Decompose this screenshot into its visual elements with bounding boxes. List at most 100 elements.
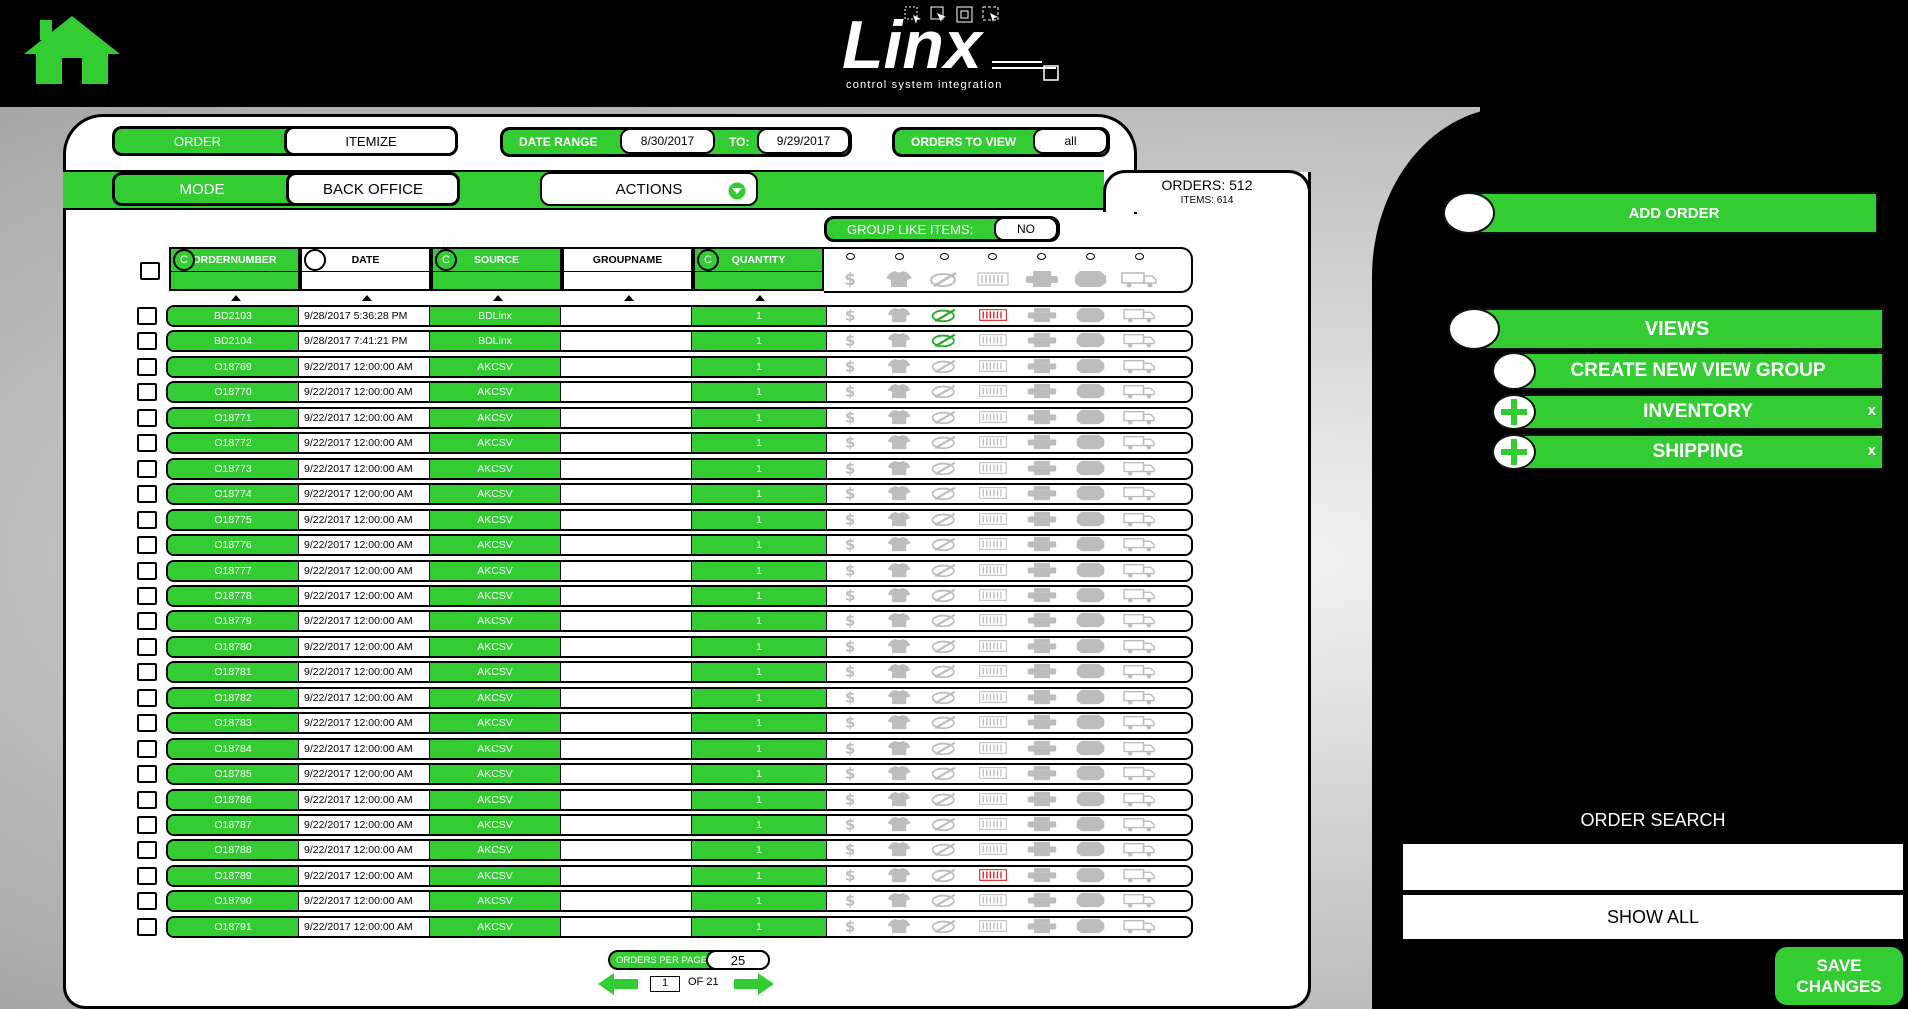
previous-page-arrow-icon[interactable] (598, 973, 638, 995)
badge-icon[interactable] (1075, 841, 1107, 857)
sort-arrow-icon[interactable] (230, 295, 241, 301)
printer-icon[interactable] (1025, 892, 1059, 908)
table-row[interactable]: O18780 9/22/2017 12:00:00 AM AKCSV 1 $ (166, 636, 1193, 658)
dollar-icon[interactable]: $ (842, 332, 860, 348)
shirt-icon[interactable] (886, 383, 914, 399)
printer-icon[interactable] (1025, 918, 1059, 934)
shirt-icon[interactable] (886, 511, 914, 527)
truck-icon[interactable] (1121, 791, 1159, 807)
table-row[interactable]: O18772 9/22/2017 12:00:00 AM AKCSV 1 $ (166, 432, 1193, 454)
dollar-icon[interactable]: $ (842, 918, 860, 934)
dollar-icon[interactable]: $ (842, 383, 860, 399)
printer-icon[interactable] (1025, 536, 1059, 552)
truck-icon[interactable] (1121, 892, 1159, 908)
table-row[interactable]: O18784 9/22/2017 12:00:00 AM AKCSV 1 $ (166, 738, 1193, 760)
barcode-icon[interactable] (977, 485, 1009, 501)
truck-icon[interactable] (1121, 816, 1159, 832)
shirt-icon[interactable] (886, 918, 914, 934)
barcode-icon[interactable] (977, 434, 1009, 450)
row-checkbox[interactable] (137, 332, 157, 350)
paint-palette-icon[interactable] (930, 562, 960, 578)
printer-icon[interactable] (1025, 460, 1059, 476)
date-filter-toggle[interactable] (304, 249, 326, 271)
shirt-icon[interactable] (886, 867, 914, 883)
badge-icon[interactable] (1075, 587, 1107, 603)
printer-icon[interactable] (1025, 816, 1059, 832)
sort-arrow-icon[interactable] (492, 295, 503, 301)
paint-palette-icon[interactable] (930, 816, 960, 832)
badge-icon[interactable] (1075, 816, 1107, 832)
row-checkbox[interactable] (137, 485, 157, 503)
table-row[interactable]: O18790 9/22/2017 12:00:00 AM AKCSV 1 $ (166, 890, 1193, 912)
row-checkbox[interactable] (137, 612, 157, 630)
barcode-icon[interactable] (977, 332, 1009, 348)
paint-palette-icon[interactable] (930, 714, 960, 730)
row-checkbox[interactable] (137, 816, 157, 834)
badge-icon[interactable] (1075, 307, 1107, 323)
barcode-icon[interactable] (977, 714, 1009, 730)
save-changes-button[interactable]: SAVE CHANGES (1775, 947, 1903, 1005)
view-group-shipping[interactable]: SHIPPING x (1512, 434, 1884, 470)
barcode-icon[interactable] (977, 383, 1009, 399)
shirt-icon[interactable] (886, 358, 914, 374)
printer-icon[interactable] (1025, 689, 1059, 705)
badge-icon[interactable] (1075, 332, 1107, 348)
pointer-icon[interactable] (929, 5, 949, 25)
row-checkbox[interactable] (137, 536, 157, 554)
shirt-icon[interactable] (886, 332, 914, 348)
dollar-icon[interactable]: $ (842, 892, 860, 908)
shirt-icon[interactable] (886, 460, 914, 476)
dollar-icon[interactable]: $ (842, 536, 860, 552)
shirt-icon[interactable] (886, 638, 914, 654)
dollar-icon[interactable]: $ (842, 511, 860, 527)
paint-palette-icon[interactable] (930, 485, 960, 501)
paint-palette-icon[interactable] (930, 511, 960, 527)
row-checkbox[interactable] (137, 587, 157, 605)
paint-palette-icon[interactable] (930, 791, 960, 807)
table-row[interactable]: O18779 9/22/2017 12:00:00 AM AKCSV 1 $ (166, 610, 1193, 632)
shirt-icon[interactable] (886, 892, 914, 908)
printer-icon[interactable] (1025, 841, 1059, 857)
badge-icon[interactable] (1075, 434, 1107, 450)
printer-icon[interactable] (1025, 765, 1059, 781)
printer-icon[interactable] (1025, 663, 1059, 679)
paint-palette-icon[interactable] (930, 332, 960, 348)
column-header-date[interactable]: DATE (300, 247, 431, 291)
truck-icon[interactable] (1121, 460, 1159, 476)
barcode-icon[interactable] (977, 536, 1009, 552)
printer-icon[interactable] (1025, 434, 1059, 450)
badge-icon[interactable] (1075, 892, 1107, 908)
table-row[interactable]: O18791 9/22/2017 12:00:00 AM AKCSV 1 $ (166, 916, 1193, 938)
truck-icon[interactable] (1121, 867, 1159, 883)
barcode-icon[interactable] (977, 765, 1009, 781)
column-filter-field[interactable] (171, 271, 298, 289)
shirt-icon[interactable] (886, 663, 914, 679)
views-header[interactable]: VIEWS (1470, 308, 1884, 350)
actions-dropdown[interactable]: ACTIONS (540, 172, 758, 206)
table-row[interactable]: O18783 9/22/2017 12:00:00 AM AKCSV 1 $ (166, 712, 1193, 734)
orders-per-page-field[interactable]: 25 (706, 950, 770, 970)
barcode-icon[interactable] (977, 892, 1009, 908)
truck-icon[interactable] (1121, 740, 1159, 756)
badge-icon[interactable] (1075, 638, 1107, 654)
table-row[interactable]: O18778 9/22/2017 12:00:00 AM AKCSV 1 $ (166, 585, 1193, 607)
badge-icon[interactable] (1075, 536, 1107, 552)
table-row[interactable]: O18773 9/22/2017 12:00:00 AM AKCSV 1 $ (166, 458, 1193, 480)
truck-icon[interactable] (1121, 587, 1159, 603)
printer-icon[interactable] (1025, 332, 1059, 348)
date-to-field[interactable]: 9/29/2017 (757, 128, 850, 154)
paint-palette-icon[interactable] (930, 740, 960, 756)
row-checkbox[interactable] (137, 765, 157, 783)
badge-icon[interactable] (1075, 918, 1107, 934)
barcode-icon[interactable] (977, 460, 1009, 476)
truck-icon[interactable] (1121, 383, 1159, 399)
clear-filter-button[interactable]: C (697, 249, 719, 271)
paint-palette-icon[interactable] (930, 612, 960, 628)
truck-icon[interactable] (1121, 358, 1159, 374)
badge-icon[interactable] (1075, 689, 1107, 705)
dollar-icon[interactable]: $ (842, 765, 860, 781)
table-row[interactable]: O18781 9/22/2017 12:00:00 AM AKCSV 1 $ (166, 661, 1193, 683)
shirt-icon[interactable] (886, 612, 914, 628)
close-icon[interactable]: x (1868, 402, 1876, 419)
badge-icon[interactable] (1075, 511, 1107, 527)
